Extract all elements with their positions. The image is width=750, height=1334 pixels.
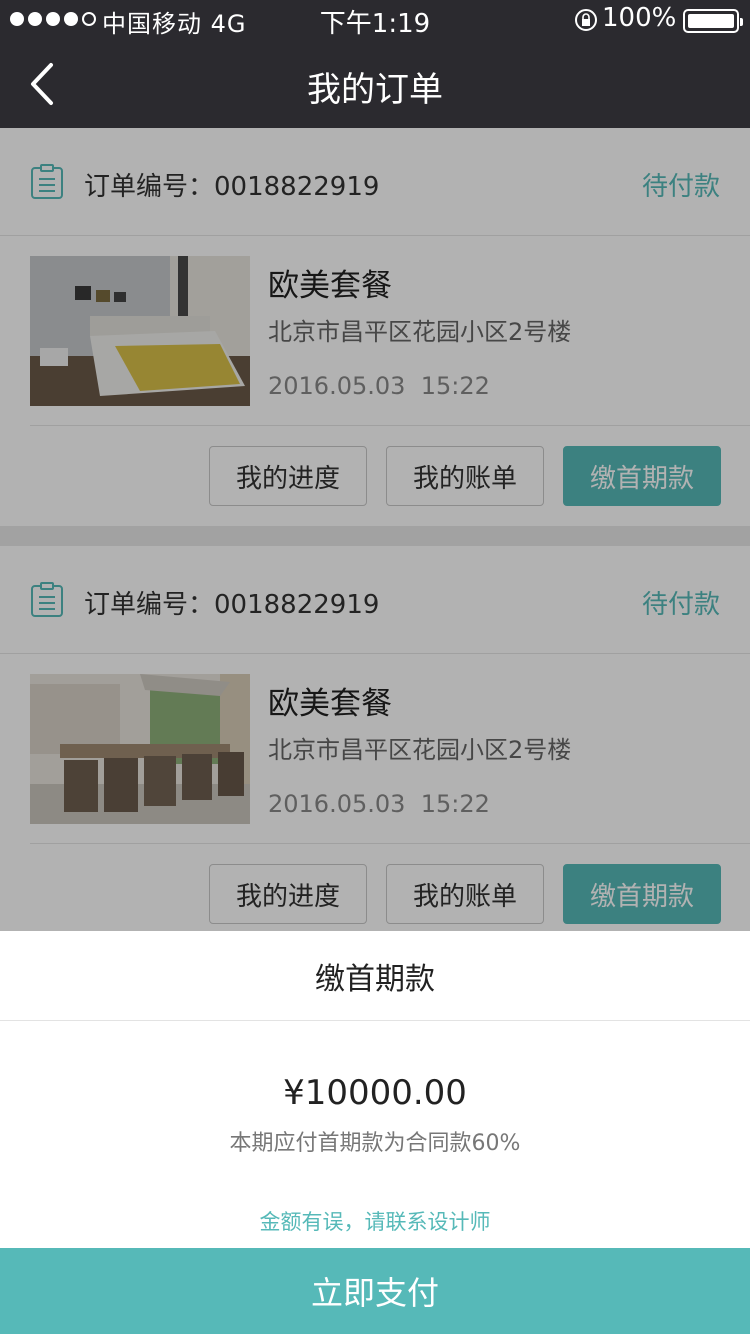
payment-note: 本期应付首期款为合同款60% — [229, 1131, 521, 1156]
contact-designer-link[interactable]: 金额有误，请联系设计师 — [0, 1206, 750, 1236]
rotation-lock-icon — [575, 9, 597, 31]
battery-icon — [683, 9, 743, 33]
payment-sheet: 缴首期款 ¥10000.00 本期应付首期款为合同款60% 金额有误，请联系设计… — [0, 931, 750, 1334]
pay-now-button[interactable]: 立即支付 — [0, 1248, 750, 1334]
sheet-title: 缴首期款 — [0, 931, 750, 1021]
battery-percent: 100% — [602, 3, 677, 33]
screen: 中国移动 4G 下午1:19 100% 我的订单 订单编号：0018822919… — [0, 0, 750, 1334]
top-bar: 中国移动 4G 下午1:19 100% 我的订单 — [0, 0, 750, 128]
page-title: 我的订单 — [307, 70, 443, 110]
status-bar: 中国移动 4G 下午1:19 100% — [0, 0, 750, 40]
payment-amount: ¥10000.00 — [283, 1073, 467, 1113]
